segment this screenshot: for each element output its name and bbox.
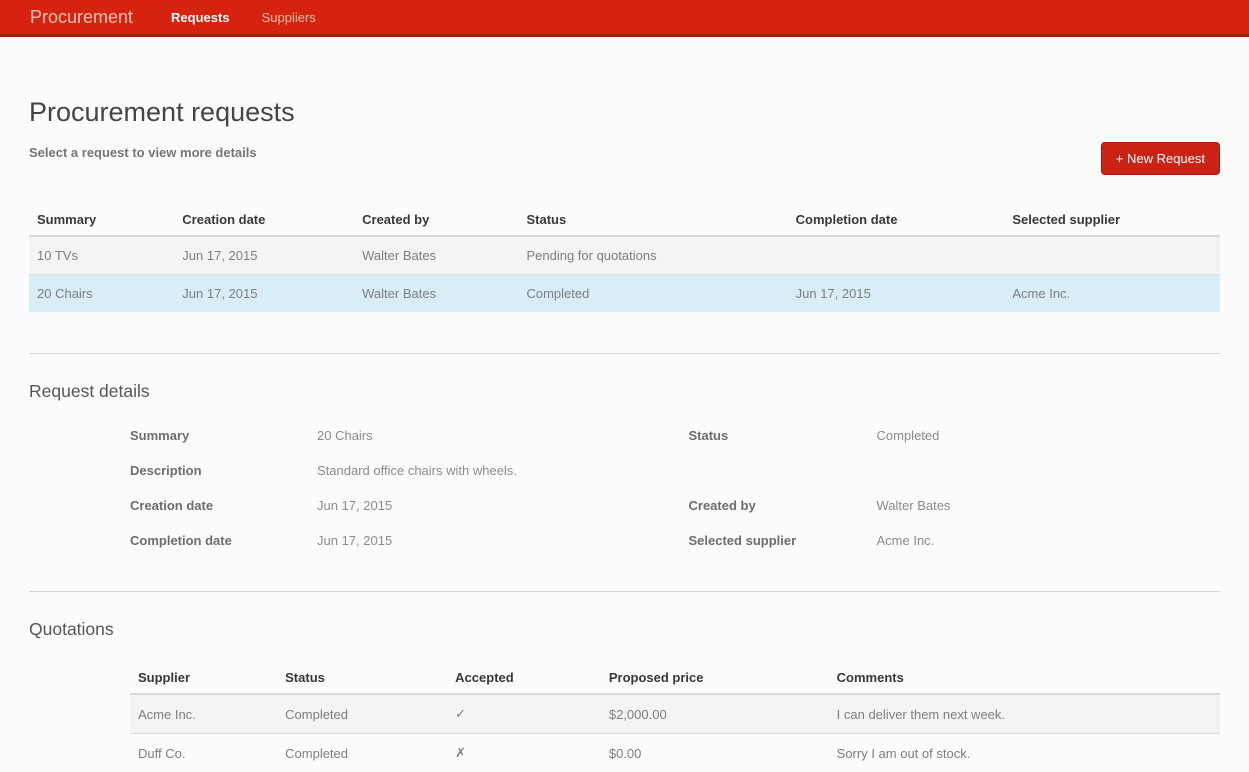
main-content: Procurement requests Select a request to… [0,97,1249,772]
column-header-accepted: Accepted [447,662,601,694]
column-header-completion-date: Completion date [788,204,1005,236]
field-value-created-by: Walter Bates [877,498,1221,513]
cell-status: Completed [518,275,787,313]
section-divider [29,591,1220,592]
column-header-comments: Comments [829,662,1220,694]
quotations-table: Supplier Status Accepted Proposed price … [130,662,1220,772]
details-row: Description Standard office chairs with … [29,453,1220,488]
nav-item-suppliers[interactable]: Suppliers [262,10,316,25]
cell-proposed-price: $2,000.00 [601,694,829,734]
field-label-status: Status [689,428,877,443]
cell-supplier: Duff Co. [130,734,277,772]
subtitle-row: Select a request to view more details + … [29,142,1220,176]
column-header-selected-supplier: Selected supplier [1004,204,1220,236]
cell-comments: I can deliver them next week. [829,694,1220,734]
details-row: Completion date Jun 17, 2015 Selected su… [29,523,1220,558]
cell-comments: Sorry I am out of stock. [829,734,1220,772]
field-label-summary: Summary [130,428,317,443]
quotations-heading: Quotations [29,619,1220,640]
field-value-description: Standard office chairs with wheels. [317,463,625,478]
column-header-created-by: Created by [354,204,518,236]
cell-supplier: Acme Inc. [130,694,277,734]
cell-completion-date: Jun 17, 2015 [788,275,1005,313]
section-divider [29,353,1220,354]
column-header-status: Status [277,662,447,694]
details-row: Summary 20 Chairs Status Completed [29,418,1220,453]
field-label-completion-date: Completion date [130,533,317,548]
quotation-row-acme: Acme Inc. Completed ✓ $2,000.00 I can de… [130,694,1220,734]
column-header-summary: Summary [29,204,174,236]
quotations-table-header-row: Supplier Status Accepted Proposed price … [130,662,1220,694]
cell-summary: 10 TVs [29,236,174,275]
cell-selected-supplier [1004,236,1220,275]
details-row: Creation date Jun 17, 2015 Created by Wa… [29,488,1220,523]
accepted-cross-icon: ✗ [447,734,601,772]
cell-status: Completed [277,694,447,734]
cell-selected-supplier: Acme Inc. [1004,275,1220,313]
field-label-creation-date: Creation date [130,498,317,513]
field-label-selected-supplier: Selected supplier [689,533,877,548]
top-navbar: Procurement Requests Suppliers [0,0,1249,37]
field-label-empty [689,463,877,478]
field-value-creation-date: Jun 17, 2015 [317,498,625,513]
field-value-completion-date: Jun 17, 2015 [317,533,625,548]
request-row-20-chairs[interactable]: 20 Chairs Jun 17, 2015 Walter Bates Comp… [29,275,1220,313]
requests-table-header-row: Summary Creation date Created by Status … [29,204,1220,236]
requests-table: Summary Creation date Created by Status … [29,204,1220,312]
request-row-10-tvs[interactable]: 10 TVs Jun 17, 2015 Walter Bates Pending… [29,236,1220,275]
page-subtitle: Select a request to view more details [29,142,257,160]
app-brand: Procurement [30,7,133,28]
quotations-table-wrap: Supplier Status Accepted Proposed price … [130,662,1220,772]
column-header-status: Status [518,204,787,236]
cell-created-by: Walter Bates [354,236,518,275]
page-title: Procurement requests [29,97,1220,128]
cell-status: Pending for quotations [518,236,787,275]
field-value-status: Completed [877,428,1221,443]
column-header-creation-date: Creation date [174,204,354,236]
nav-item-requests[interactable]: Requests [171,10,230,25]
field-value-empty [877,463,1221,478]
request-details-heading: Request details [29,381,1220,402]
cell-summary: 20 Chairs [29,275,174,313]
cell-completion-date [788,236,1005,275]
accepted-check-icon: ✓ [447,694,601,734]
cell-status: Completed [277,734,447,772]
cell-created-by: Walter Bates [354,275,518,313]
cell-creation-date: Jun 17, 2015 [174,275,354,313]
field-value-summary: 20 Chairs [317,428,625,443]
cell-proposed-price: $0.00 [601,734,829,772]
request-details-grid: Summary 20 Chairs Status Completed Descr… [29,418,1220,558]
field-label-created-by: Created by [689,498,877,513]
column-header-proposed-price: Proposed price [601,662,829,694]
field-value-selected-supplier: Acme Inc. [877,533,1221,548]
quotation-row-duff: Duff Co. Completed ✗ $0.00 Sorry I am ou… [130,734,1220,772]
new-request-button[interactable]: + New Request [1101,142,1220,175]
cell-creation-date: Jun 17, 2015 [174,236,354,275]
column-header-supplier: Supplier [130,662,277,694]
field-label-description: Description [130,463,317,478]
